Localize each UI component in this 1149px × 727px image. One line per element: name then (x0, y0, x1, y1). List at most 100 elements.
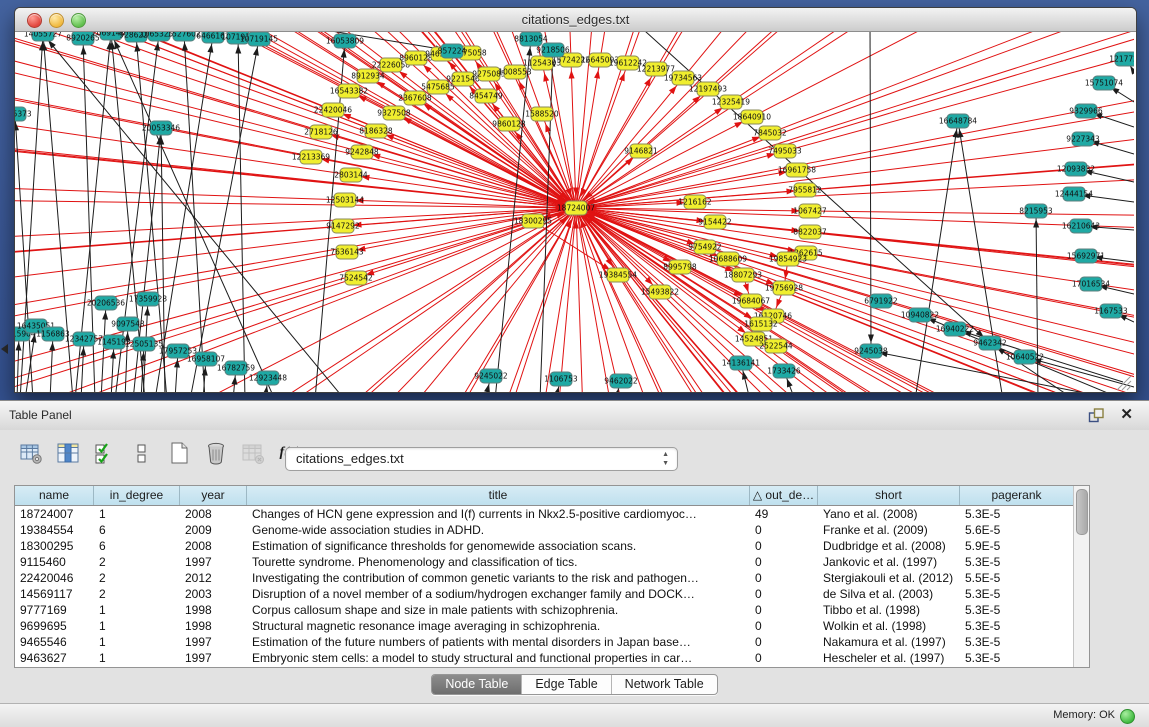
table-cell: 0 (750, 634, 818, 650)
svg-text:7636143: 7636143 (330, 248, 364, 257)
table-cell: 5.3E-5 (960, 650, 1074, 666)
combo-arrows-icon: ▲▼ (662, 450, 669, 468)
table-row[interactable]: 1830029562008Estimation of significance … (15, 538, 1089, 554)
delete-table-icon[interactable] (240, 440, 266, 466)
table-cell: 5.6E-5 (960, 522, 1074, 538)
table-cell: 14569117 (15, 586, 94, 602)
table-cell: 6 (94, 522, 180, 538)
svg-text:9154422: 9154422 (698, 218, 732, 227)
table-row[interactable]: 969969511998Structural magnetic resonanc… (15, 618, 1089, 634)
svg-text:17016534: 17016534 (1072, 280, 1110, 289)
new-column-icon[interactable] (166, 440, 192, 466)
toggle-rows-icon[interactable] (129, 440, 155, 466)
memory-status-label: Memory: OK (1053, 704, 1115, 727)
table-cell: Wolkin et al. (1998) (818, 618, 960, 634)
table-row[interactable]: 911546021997Tourette syndrome. Phenomeno… (15, 554, 1089, 570)
table-cell: Estimation of significance thresholds fo… (247, 538, 750, 554)
svg-text:2522544: 2522544 (759, 342, 793, 351)
table-cell: 1 (94, 506, 180, 522)
table-cell: Structural magnetic resonance image aver… (247, 618, 750, 634)
select-rows-icon[interactable] (92, 440, 118, 466)
table-row[interactable]: 1872400712008Changes of HCN gene express… (15, 506, 1089, 522)
table-panel-title: Table Panel (9, 401, 72, 430)
table-cell: Genome-wide association studies in ADHD. (247, 522, 750, 538)
table-cell: 9463627 (15, 650, 94, 666)
column-header-name[interactable]: name (15, 486, 94, 505)
svg-text:1588520: 1588520 (525, 110, 559, 119)
table-cell: Tibbo et al. (1998) (818, 602, 960, 618)
column-header-in_degree[interactable]: in_degree (94, 486, 180, 505)
svg-text:16958107: 16958107 (187, 355, 225, 364)
table-cell: 5.3E-5 (960, 586, 1074, 602)
table-cell: Corpus callosum shape and size in male p… (247, 602, 750, 618)
network-window-title: citations_edges.txt (15, 8, 1136, 31)
table-cell: 9699695 (15, 618, 94, 634)
svg-text:19384554: 19384554 (599, 271, 637, 280)
table-cell: 19384554 (15, 522, 94, 538)
svg-text:10688609: 10688609 (709, 255, 747, 264)
table-row[interactable]: 1456911722003Disruption of a novel membe… (15, 586, 1089, 602)
table-options-icon[interactable] (18, 440, 44, 466)
svg-text:16648784: 16648784 (939, 117, 977, 126)
svg-text:19684067: 19684067 (732, 297, 770, 306)
svg-text:15751074: 15751074 (1085, 79, 1123, 88)
svg-text:19854923: 19854923 (769, 255, 807, 264)
table-cell: 2 (94, 554, 180, 570)
table-cell: Disruption of a novel member of a sodium… (247, 586, 750, 602)
svg-text:12503144: 12503144 (326, 196, 364, 205)
svg-text:15493822: 15493822 (641, 288, 679, 297)
svg-text:8813054: 8813054 (514, 35, 548, 44)
table-type-tabs: Node TableEdge TableNetwork Table (0, 674, 1149, 695)
network-window-titlebar[interactable]: citations_edges.txt (15, 8, 1136, 32)
select-column-icon[interactable] (55, 440, 81, 466)
network-canvas[interactable]: 1221336927181262242004616543382891293422… (15, 32, 1134, 392)
float-panel-icon[interactable] (1088, 407, 1105, 424)
column-header-year[interactable]: year (180, 486, 247, 505)
svg-text:22420046: 22420046 (314, 106, 352, 115)
svg-text:9227343: 9227343 (1066, 135, 1100, 144)
svg-text:12093832: 12093832 (1057, 165, 1095, 174)
delete-column-icon[interactable] (203, 440, 229, 466)
svg-text:1067427: 1067427 (793, 207, 827, 216)
table-source-select[interactable]: citations_edges.txt ▲▼ (285, 447, 678, 471)
table-cell: Nakamura et al. (1997) (818, 634, 960, 650)
table-toolbar: f(x) (18, 439, 303, 467)
svg-text:14055727: 14055727 (24, 32, 62, 39)
table-cell: 0 (750, 538, 818, 554)
table-row[interactable]: 977716911998Corpus callosum shape and si… (15, 602, 1089, 618)
table-row[interactable]: 1938455462009Genome-wide association stu… (15, 522, 1089, 538)
table-cell: Estimation of the future numbers of pati… (247, 634, 750, 650)
close-panel-icon[interactable]: ✕ (1120, 405, 1133, 423)
svg-text:9327508: 9327508 (377, 109, 411, 118)
status-bar: Memory: OK (0, 703, 1149, 727)
svg-text:9462342: 9462342 (973, 339, 1007, 348)
svg-text:9245038: 9245038 (854, 347, 888, 356)
collapse-panel-arrow-icon[interactable] (1, 344, 8, 354)
svg-text:16053809: 16053809 (326, 37, 364, 46)
column-header-out_de[interactable]: △ out_de… (750, 486, 818, 505)
table-header-row: namein_degreeyeartitle△ out_de…shortpage… (15, 486, 1089, 506)
svg-text:12213369: 12213369 (292, 153, 330, 162)
table-panel-titlebar: Table Panel ✕ (0, 400, 1149, 431)
table-cell: 0 (750, 570, 818, 586)
svg-text:8912934: 8912934 (351, 72, 385, 81)
table-row[interactable]: 946362711997Embryonic stem cells: a mode… (15, 650, 1089, 666)
table-vertical-scrollbar[interactable] (1073, 486, 1089, 667)
table-row[interactable]: 2242004622012Investigating the contribut… (15, 570, 1089, 586)
column-header-short[interactable]: short (818, 486, 960, 505)
svg-text:12213977: 12213977 (637, 65, 675, 74)
column-header-pagerank[interactable]: pagerank (960, 486, 1074, 505)
column-header-title[interactable]: title (247, 486, 750, 505)
svg-text:8454749: 8454749 (469, 92, 503, 101)
svg-text:6791922: 6791922 (864, 297, 898, 306)
table-cell: 5.3E-5 (960, 602, 1074, 618)
tab-network-table[interactable]: Network Table (611, 675, 717, 694)
svg-text:1008553: 1008553 (498, 68, 532, 77)
scrollbar-thumb[interactable] (1076, 489, 1088, 535)
svg-text:857224: 857224 (438, 47, 467, 56)
table-cell: 2009 (180, 522, 247, 538)
table-row[interactable]: 946554611997Estimation of the future num… (15, 634, 1089, 650)
tab-edge-table[interactable]: Edge Table (521, 675, 610, 694)
svg-text:18640910: 18640910 (733, 113, 771, 122)
tab-node-table[interactable]: Node Table (432, 675, 521, 694)
